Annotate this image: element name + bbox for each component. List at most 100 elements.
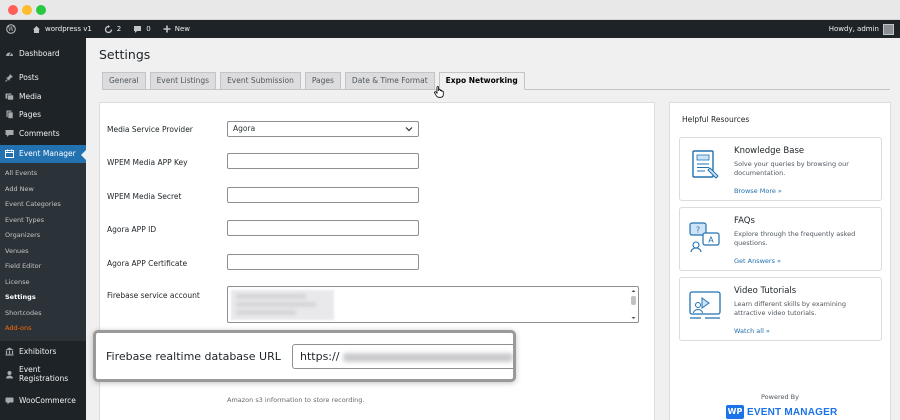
comments-link[interactable]: 0 <box>127 20 156 38</box>
agora-app-id-input[interactable] <box>227 220 419 236</box>
sidebar-item-dashboard[interactable]: Dashboard <box>0 44 86 63</box>
close-window-button[interactable] <box>8 5 18 15</box>
submenu-item-license[interactable]: License <box>0 275 86 291</box>
firebase-url-zoom-callout: Firebase realtime database URL https:// <box>93 330 516 382</box>
submenu-item-add-ons[interactable]: Add-ons <box>0 321 86 337</box>
page-title: Settings <box>99 47 151 62</box>
svg-text:A: A <box>708 236 714 245</box>
sidebar-item-comments[interactable]: Comments <box>0 124 86 143</box>
dashboard-icon <box>6 52 13 56</box>
admin-bar: W wordpress v1 2 0 New Howdy, admin <box>0 20 900 38</box>
site-name: wordpress v1 <box>45 25 92 33</box>
tab-event-submission[interactable]: Event Submission <box>220 72 301 90</box>
submenu-item-event-categories[interactable]: Event Categories <box>0 197 86 213</box>
scrollbar-thumb[interactable] <box>631 296 636 305</box>
submenu-item-organizers[interactable]: Organizers <box>0 228 86 244</box>
new-label: New <box>174 25 191 33</box>
app-secret-label: WPEM Media Secret <box>107 192 182 201</box>
submenu-item-add-new[interactable]: Add New <box>0 182 86 198</box>
window-titlebar <box>0 0 900 20</box>
agora-app-id-label: Agora APP ID <box>107 225 157 234</box>
sidebar-item-woocommerce[interactable]: WooCommerce <box>0 391 86 410</box>
comments-count: 0 <box>146 25 151 33</box>
firebase-url-label: Firebase realtime database URL <box>106 350 281 363</box>
watch-all-link[interactable]: Watch all » <box>734 327 770 335</box>
app-secret-input[interactable] <box>227 187 419 203</box>
firebase-account-label: Firebase service account <box>107 291 200 300</box>
updates-count: 2 <box>116 25 122 33</box>
minimize-window-button[interactable] <box>22 5 32 15</box>
resource-name: Knowledge Base <box>734 146 805 156</box>
avatar <box>883 23 894 35</box>
scroll-down-arrow-icon <box>631 317 636 319</box>
helpful-resources-panel: Helpful Resources Knowledge Base Solve y… <box>669 102 891 420</box>
get-answers-link[interactable]: Get Answers » <box>734 257 781 265</box>
submenu-item-shortcodes[interactable]: Shortcodes <box>0 306 86 322</box>
svg-text:W: W <box>8 26 15 33</box>
sidebar-item-posts[interactable]: Posts <box>0 69 86 88</box>
home-icon <box>33 25 40 33</box>
sidebar-item-label: Media <box>19 91 42 101</box>
media-provider-select[interactable]: Agora <box>227 121 419 137</box>
sidebar-item-label: Event Manager <box>19 149 76 159</box>
tab-date-time-format[interactable]: Date & Time Format <box>344 72 435 90</box>
logo-text: EVENT MANAGER <box>747 406 838 418</box>
tab-general[interactable]: General <box>102 72 146 90</box>
submenu-item-all-events[interactable]: All Events <box>0 166 86 182</box>
logo-badge: WP <box>726 405 744 419</box>
greeting-text: Howdy, admin <box>828 25 879 33</box>
comments-icon <box>5 129 14 137</box>
sidebar-item-label: Pages <box>19 110 42 120</box>
sidebar-item-label: WooCommerce <box>19 395 76 405</box>
browse-more-link[interactable]: Browse More » <box>734 187 782 195</box>
resource-card-video-tutorials: Video Tutorials Learn different skills b… <box>679 277 882 341</box>
calendar-icon <box>5 149 14 159</box>
event-manager-logo[interactable]: WP EVENT MANAGER <box>726 405 837 419</box>
resource-card-faqs: ? A FAQs Explore through the frequently … <box>679 207 882 271</box>
media-provider-value: Agora <box>233 124 256 133</box>
textarea-scrollbar[interactable] <box>630 288 637 321</box>
plus-icon <box>163 25 171 33</box>
resource-description: Solve your queries by browsing our docum… <box>734 160 849 178</box>
agora-cert-input[interactable] <box>227 254 419 270</box>
sidebar-item-pages[interactable]: Pages <box>0 106 86 125</box>
submenu-item-settings[interactable]: Settings <box>0 290 86 306</box>
site-name-link[interactable]: wordpress v1 <box>26 20 98 38</box>
video-tutorial-icon <box>689 291 721 319</box>
wordpress-icon: W <box>6 24 16 34</box>
sidebar-item-label: Comments <box>19 128 60 138</box>
submenu-item-event-types[interactable]: Event Types <box>0 213 86 229</box>
sidebar-item-event-registrations[interactable]: Event Registrations <box>0 361 86 387</box>
agora-cert-label: Agora APP Certificate <box>107 259 188 268</box>
resource-name: FAQs <box>734 216 755 226</box>
tab-event-listings[interactable]: Event Listings <box>149 72 217 90</box>
sidebar-item-label: Dashboard <box>19 48 60 58</box>
pin-icon <box>5 74 13 83</box>
wordpress-logo-button[interactable]: W <box>0 20 26 38</box>
app-key-label: WPEM Media APP Key <box>107 158 188 167</box>
updates-icon <box>104 24 112 33</box>
firebase-url-input[interactable]: https:// <box>292 344 513 369</box>
faq-icon: ? A <box>689 222 720 253</box>
sidebar-item-event-manager[interactable]: Event Manager <box>0 144 86 163</box>
maximize-window-button[interactable] <box>36 5 46 15</box>
settings-tabs: General Event Listings Event Submission … <box>102 72 890 90</box>
app-key-input[interactable] <box>227 153 419 169</box>
new-content-link[interactable]: New <box>157 20 196 38</box>
updates-link[interactable]: 2 <box>98 20 127 38</box>
s3-hint-text: Amazon s3 information to store recording… <box>227 396 365 404</box>
firebase-account-textarea[interactable] <box>227 286 639 323</box>
sidebar-item-label: Exhibitors <box>19 347 57 357</box>
chevron-down-icon <box>405 127 413 132</box>
tab-expo-networking[interactable]: Expo Networking <box>438 72 525 90</box>
hand-pointer-cursor-icon <box>434 86 444 98</box>
firebase-url-prefix: https:// <box>300 350 340 363</box>
admin-sidebar: Dashboard Posts Media Pages Comments Eve… <box>0 38 86 420</box>
submenu-item-field-editor[interactable]: Field Editor <box>0 259 86 275</box>
account-menu[interactable]: Howdy, admin <box>823 20 900 38</box>
submenu-item-venues[interactable]: Venues <box>0 244 86 260</box>
sidebar-item-media[interactable]: Media <box>0 87 86 106</box>
sidebar-item-exhibitors[interactable]: Exhibitors <box>0 343 86 362</box>
tab-pages[interactable]: Pages <box>304 72 341 90</box>
resource-description: Explore through the frequently asked que… <box>734 230 856 248</box>
